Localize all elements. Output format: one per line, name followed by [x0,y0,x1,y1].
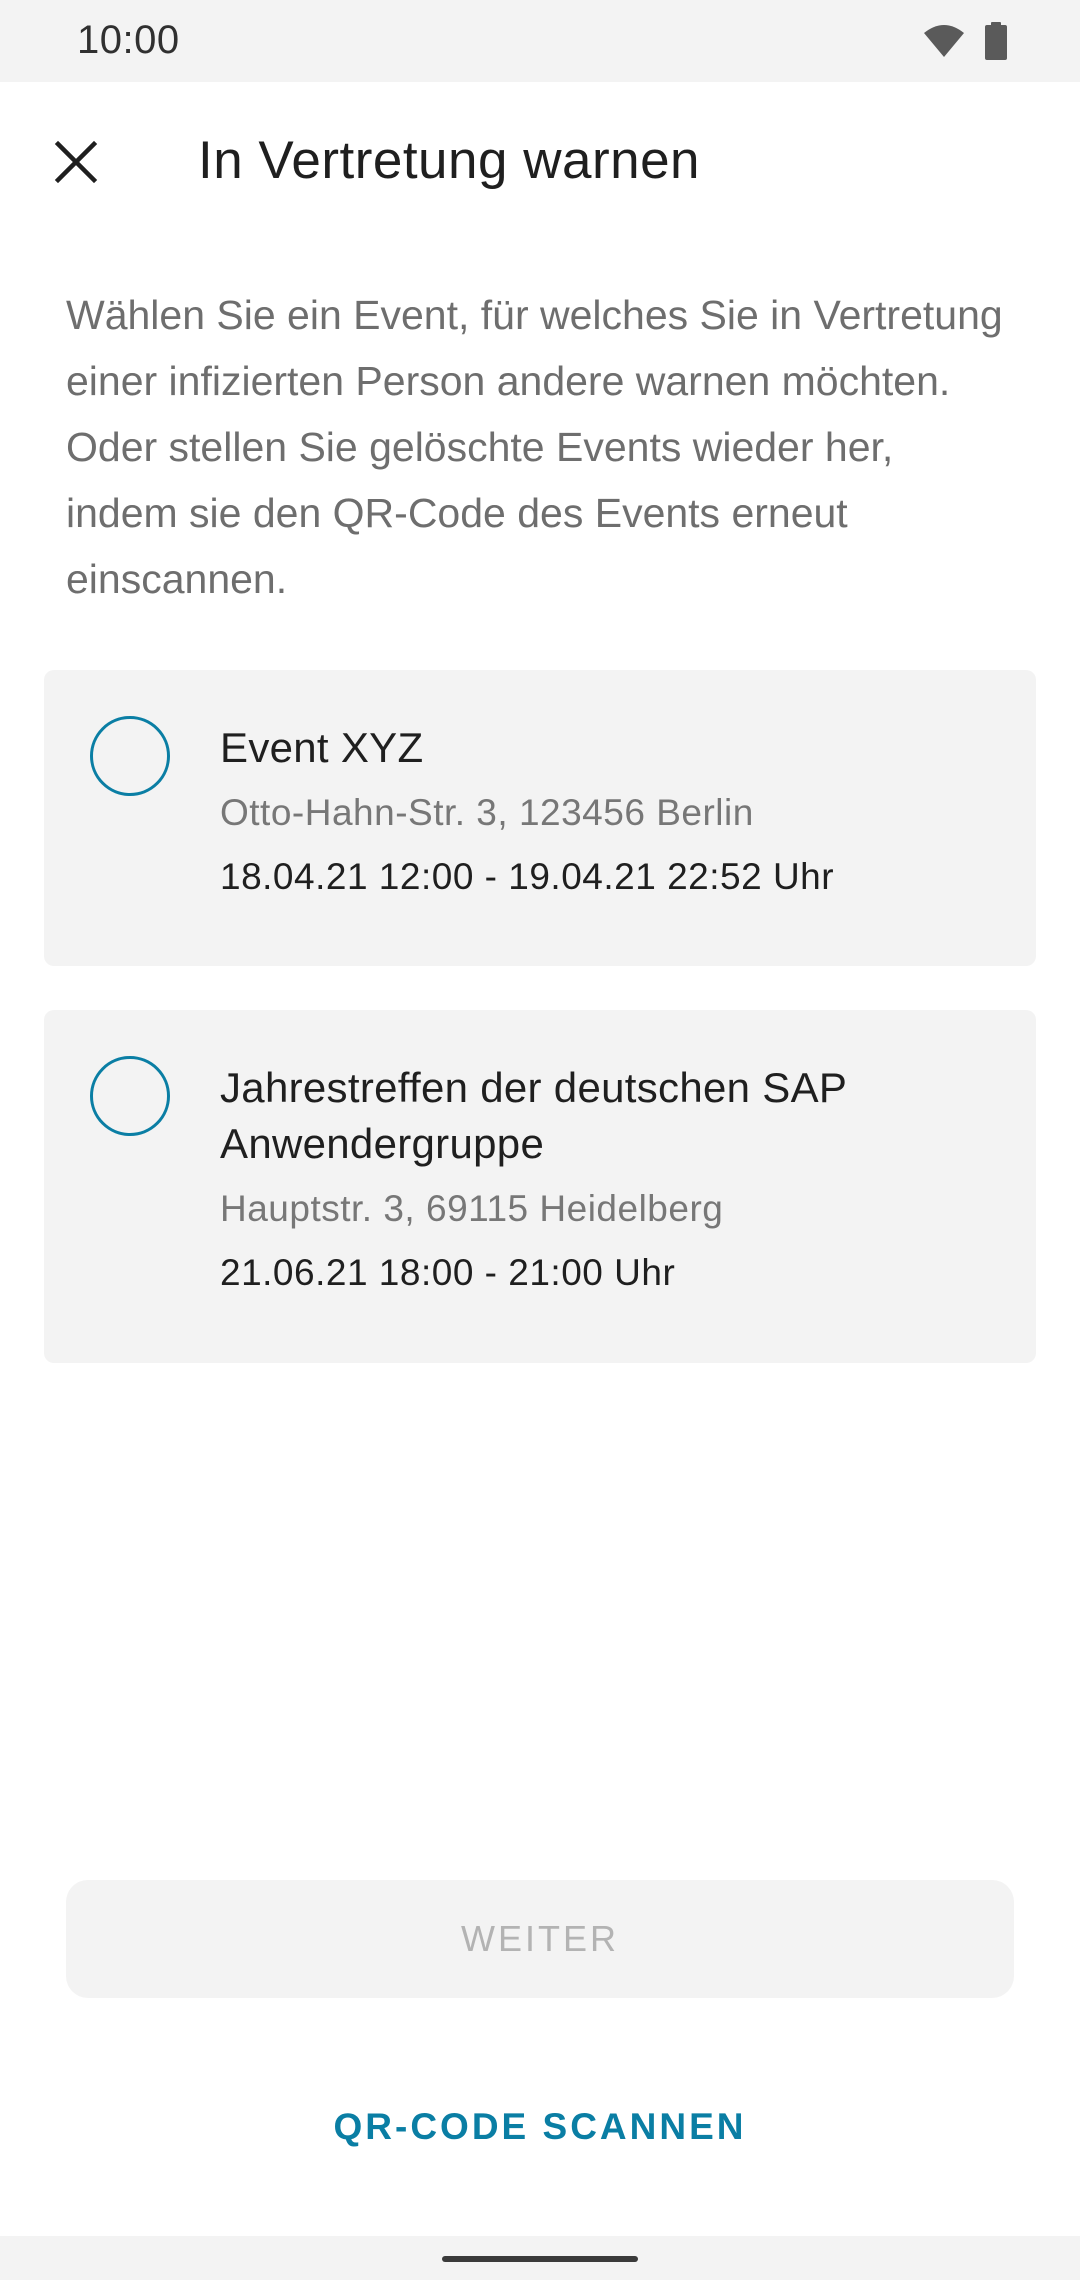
event-address: Hauptstr. 3, 69115 Heidelberg [220,1188,724,1229]
wifi-icon [922,23,966,64]
event-address: Otto-Hahn-Str. 3, 123456 Berlin [220,792,754,833]
continue-button[interactable]: WEITER [66,1880,1014,1998]
status-icons [922,22,1008,65]
event-title: Event XYZ [220,724,424,771]
event-details: Jahrestreffen der deutschen SAP Anwender… [220,1060,1010,1298]
status-bar: 10:00 [0,0,1080,82]
screen: 10:00 In Vertretung warnen Wählen Sie ei… [0,0,1080,2280]
page-title: In Vertretung warnen [198,131,701,190]
event-time: 18.04.21 12:00 - 19.04.21 22:52 Uhr [220,856,835,897]
home-gesture-handle[interactable] [442,2256,638,2262]
scan-qr-code-button[interactable]: QR-CODE SCANNEN [66,2070,1014,2184]
close-icon [54,140,98,189]
description-text: Wählen Sie ein Event, für welches Sie in… [66,292,1003,602]
close-button[interactable] [36,124,116,204]
radio-button[interactable] [90,1056,170,1136]
event-title: Jahrestreffen der deutschen SAP Anwender… [220,1064,847,1167]
event-time: 21.06.21 18:00 - 21:00 Uhr [220,1252,676,1293]
event-details: Event XYZ Otto-Hahn-Str. 3, 123456 Berli… [220,720,1010,902]
radio-button[interactable] [90,716,170,796]
event-card[interactable]: Jahrestreffen der deutschen SAP Anwender… [44,1010,1036,1363]
battery-icon [984,22,1008,65]
navigation-bar [0,2236,1080,2280]
toolbar: In Vertretung warnen [0,82,1080,242]
status-time: 10:00 [77,18,180,62]
event-card[interactable]: Event XYZ Otto-Hahn-Str. 3, 123456 Berli… [44,670,1036,966]
